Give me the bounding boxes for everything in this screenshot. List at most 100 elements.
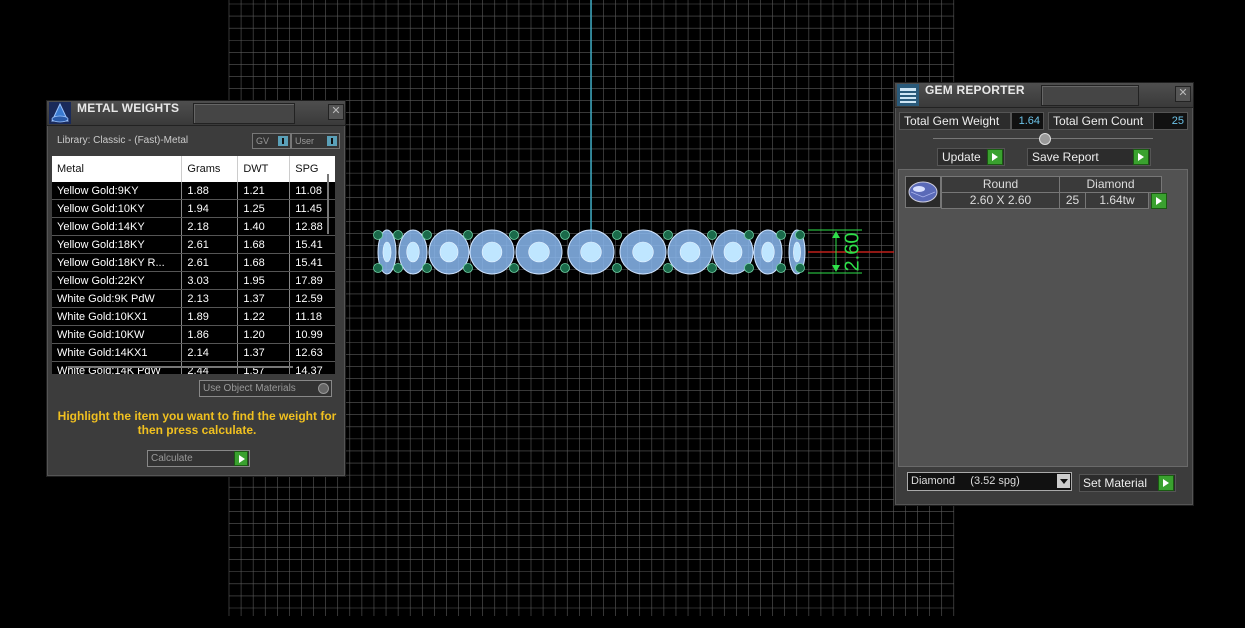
total-gem-weight-label: Total Gem Weight [899, 112, 1011, 130]
prong [393, 263, 403, 273]
gem-table-facet [439, 241, 459, 263]
gem-table-facet [580, 241, 602, 263]
chevron-down-icon[interactable] [1057, 474, 1070, 488]
user-toggle[interactable]: User [291, 133, 340, 149]
gem-size: 2.60 X 2.60 [941, 192, 1060, 209]
grams-value: 1.86 [181, 325, 239, 344]
report-slider[interactable] [933, 133, 1153, 145]
gem-weight: 1.64tw [1085, 192, 1149, 209]
gv-toggle[interactable]: GV [252, 133, 291, 149]
set-material-button[interactable]: Set Material [1079, 474, 1176, 492]
slider-knob[interactable] [1039, 133, 1051, 145]
total-gem-weight-value: 1.64 [1011, 112, 1044, 130]
spg-value: 12.63 [289, 343, 335, 362]
prong [612, 230, 622, 240]
prong [795, 230, 805, 240]
grams-value: 2.13 [181, 289, 239, 308]
column-header-grams[interactable]: Grams [181, 156, 239, 182]
spg-value: 10.99 [289, 325, 335, 344]
prong [373, 263, 383, 273]
grams-value: 2.14 [181, 343, 239, 362]
calculate-button[interactable]: Calculate [147, 450, 250, 467]
metal-weights-title: METAL WEIGHTS [77, 101, 180, 115]
metal-weights-titlebar[interactable]: METAL WEIGHTS ✕ [47, 101, 345, 126]
gem-table-facet [406, 241, 420, 263]
instruction-text: Highlight the item you want to find the … [57, 409, 337, 437]
save-report-button[interactable]: Save Report [1027, 148, 1151, 166]
column-header-metal[interactable]: Metal [52, 156, 183, 182]
gem-list[interactable]: Round Diamond 2.60 X 2.60 25 1.64tw [898, 169, 1188, 467]
metal-table[interactable]: Metal Grams DWT SPG Yellow Gold:9KY 1.88 1… [52, 156, 335, 374]
prong [560, 263, 570, 273]
grams-value: 2.18 [181, 217, 239, 236]
prong [509, 263, 519, 273]
grams-value: 2.61 [181, 253, 239, 272]
use-object-materials-toggle[interactable]: Use Object Materials [199, 380, 332, 397]
metal-name: Yellow Gold:22KY [52, 271, 183, 290]
grams-value: 2.61 [181, 235, 239, 254]
metal-name: Yellow Gold:14KY [52, 217, 183, 236]
prong [707, 230, 717, 240]
material-select[interactable]: Diamond (3.52 spg) [907, 472, 1072, 491]
play-arrow-icon [1133, 149, 1149, 165]
metal-name: Yellow Gold:18KY [52, 235, 183, 254]
gem-list-item[interactable]: Round Diamond 2.60 X 2.60 25 1.64tw [905, 176, 1167, 209]
column-header-dwt[interactable]: DWT [237, 156, 291, 182]
library-label: Library: Classic - (Fast)-Metal [57, 135, 189, 146]
metal-name: Yellow Gold:9KY [52, 182, 183, 200]
spg-value: 17.89 [289, 271, 335, 290]
gem-table-facet [679, 241, 701, 263]
metal-name: White Gold:10KW [52, 325, 183, 344]
gem-table-facet [632, 241, 654, 263]
gem-reporter-titlebar[interactable]: GEM REPORTER ✕ [895, 83, 1193, 108]
grams-value: 1.94 [181, 199, 239, 218]
dwt-value: 1.37 [237, 289, 291, 308]
gem-table-facet [761, 241, 775, 263]
play-arrow-icon [234, 451, 248, 466]
prong [744, 230, 754, 240]
table-row[interactable]: Yellow Gold:10KY 1.94 1.25 11.45 [52, 199, 335, 218]
prong [463, 263, 473, 273]
dwt-value: 1.20 [237, 325, 291, 344]
grams-value: 1.89 [181, 307, 239, 326]
metal-name: Yellow Gold:18KY R... [52, 253, 183, 272]
gem-table-facet [382, 241, 392, 263]
table-row[interactable]: Yellow Gold:14KY 2.18 1.40 12.88 [52, 217, 335, 236]
table-row[interactable]: Yellow Gold:18KY R... 2.61 1.68 15.41 [52, 253, 335, 272]
prong [776, 263, 786, 273]
table-row[interactable]: Yellow Gold:22KY 3.03 1.95 17.89 [52, 271, 335, 290]
gem-reporter-logo-icon [897, 84, 919, 106]
table-row[interactable]: White Gold:9K PdW 2.13 1.37 12.59 [52, 289, 335, 308]
close-icon[interactable]: ✕ [328, 104, 344, 120]
table-row[interactable]: White Gold:10KW 1.86 1.20 10.99 [52, 325, 335, 344]
spg-value: 14.37 [289, 361, 335, 374]
metal-weights-logo-icon [49, 102, 71, 124]
gem-reporter-title: GEM REPORTER [925, 83, 1025, 97]
update-button[interactable]: Update [937, 148, 1005, 166]
gem-reporter-panel: GEM REPORTER ✕ Total Gem Weight 1.64 Tot… [894, 82, 1194, 506]
prong [612, 263, 622, 273]
metal-name: White Gold:9K PdW [52, 289, 183, 308]
prong [560, 230, 570, 240]
prong [707, 263, 717, 273]
prong [509, 230, 519, 240]
vertical-scrollbar[interactable] [327, 174, 329, 234]
grams-value: 1.88 [181, 182, 239, 200]
dwt-value: 1.68 [237, 253, 291, 272]
gem-detail-play-icon[interactable] [1151, 193, 1167, 209]
radio-icon [318, 383, 329, 394]
table-row[interactable]: White Gold:14KX1 2.14 1.37 12.63 [52, 343, 335, 362]
close-icon[interactable]: ✕ [1175, 86, 1191, 102]
gem-band-model[interactable] [373, 229, 806, 275]
horizontal-scrollbar[interactable] [68, 366, 293, 368]
grams-value: 3.03 [181, 271, 239, 290]
toggle-indicator-icon [278, 136, 288, 146]
metal-name: White Gold:10KX1 [52, 307, 183, 326]
gem-count: 25 [1059, 192, 1086, 209]
spg-value: 11.18 [289, 307, 335, 326]
dwt-value: 1.25 [237, 199, 291, 218]
table-row[interactable]: Yellow Gold:9KY 1.88 1.21 11.08 [52, 182, 335, 200]
dwt-value: 1.40 [237, 217, 291, 236]
table-row[interactable]: Yellow Gold:18KY 2.61 1.68 15.41 [52, 235, 335, 254]
table-row[interactable]: White Gold:10KX1 1.89 1.22 11.18 [52, 307, 335, 326]
